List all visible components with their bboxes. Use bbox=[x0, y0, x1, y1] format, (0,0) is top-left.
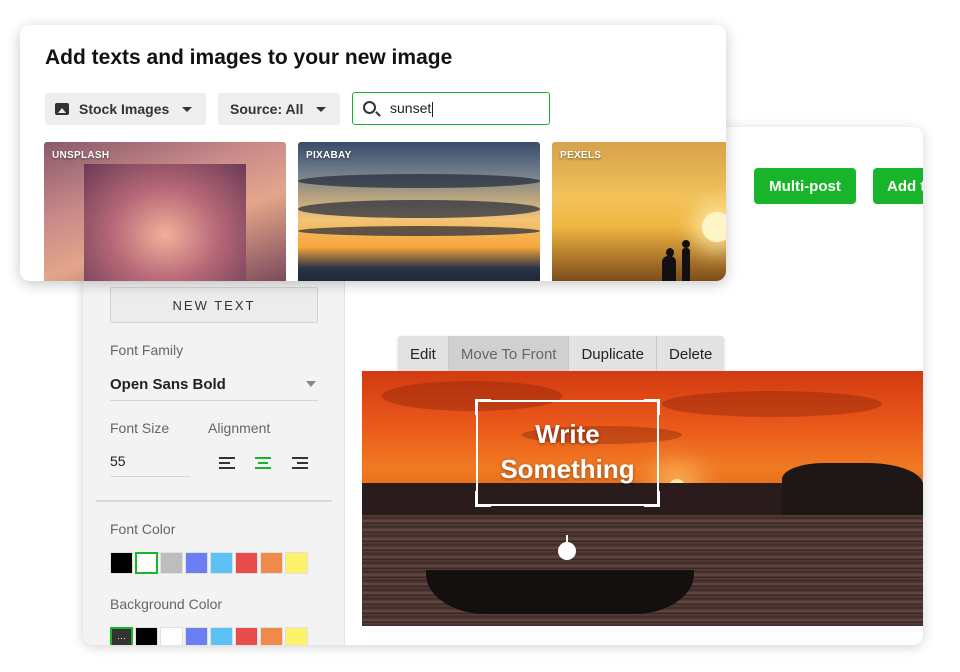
resize-handle-bottom-left[interactable] bbox=[475, 491, 491, 507]
font-color-swatch[interactable] bbox=[185, 552, 208, 574]
background-color-swatch[interactable] bbox=[210, 627, 233, 645]
edit-button[interactable]: Edit bbox=[398, 336, 448, 372]
add-button[interactable]: Add t bbox=[873, 168, 923, 204]
image-icon bbox=[55, 103, 69, 115]
chevron-down-icon bbox=[182, 107, 192, 112]
background-color-swatch[interactable] bbox=[160, 627, 183, 645]
couple-silhouette bbox=[660, 238, 698, 281]
resize-handle-top-right[interactable] bbox=[644, 399, 660, 415]
text-element[interactable]: Write Something bbox=[475, 399, 660, 560]
font-color-swatch[interactable] bbox=[210, 552, 233, 574]
background-color-swatch[interactable] bbox=[185, 627, 208, 645]
canvas-photo[interactable]: Write Something bbox=[362, 371, 923, 626]
image-thumbnail-pexels[interactable]: PEXELS bbox=[552, 142, 726, 281]
background-color-swatch[interactable] bbox=[285, 627, 308, 645]
font-color-swatch[interactable] bbox=[285, 552, 308, 574]
source-label: Source: All bbox=[230, 101, 304, 117]
image-thumbnail-pixabay[interactable]: PIXABAY bbox=[298, 142, 540, 281]
background-color-swatch[interactable]: ··· bbox=[110, 627, 133, 645]
resize-handle-bottom-right[interactable] bbox=[644, 491, 660, 507]
trees bbox=[782, 463, 923, 517]
align-center-icon[interactable] bbox=[255, 457, 271, 469]
image-thumbnail-unsplash[interactable]: UNSPLASH bbox=[44, 142, 286, 281]
chevron-down-icon bbox=[306, 381, 316, 387]
font-color-swatch[interactable] bbox=[110, 552, 133, 574]
font-color-swatch[interactable] bbox=[260, 552, 283, 574]
font-color-swatch[interactable]: ··· bbox=[135, 552, 158, 574]
font-color-swatch[interactable] bbox=[160, 552, 183, 574]
font-color-swatch[interactable] bbox=[235, 552, 258, 574]
background-color-swatch[interactable] bbox=[260, 627, 283, 645]
thumbnail-source-label: PIXABAY bbox=[306, 150, 352, 161]
thumbnail-source-label: UNSPLASH bbox=[52, 150, 110, 161]
font-size-label: Font Size bbox=[110, 420, 170, 436]
rotate-handle[interactable] bbox=[558, 542, 576, 560]
font-color-label: Font Color bbox=[110, 521, 176, 537]
font-family-label: Font Family bbox=[110, 342, 184, 358]
multi-post-button[interactable]: Multi-post bbox=[754, 168, 856, 204]
align-left-icon[interactable] bbox=[219, 457, 235, 469]
font-family-select[interactable]: Open Sans Bold bbox=[110, 371, 318, 401]
search-value: sunset bbox=[390, 100, 432, 116]
text-line-2: Something bbox=[500, 454, 635, 484]
text-element-content: Write Something bbox=[475, 417, 660, 487]
new-text-button[interactable]: NEW TEXT bbox=[110, 287, 318, 323]
sidebar-divider bbox=[96, 500, 332, 502]
delete-button[interactable]: Delete bbox=[656, 336, 724, 372]
stock-images-dropdown[interactable]: Stock Images bbox=[45, 93, 206, 125]
resize-handle-top-left[interactable] bbox=[475, 399, 491, 415]
search-input[interactable]: sunset bbox=[352, 92, 550, 125]
text-cursor bbox=[432, 101, 434, 117]
app-stage: NEW TEXT Font Family Open Sans Bold Font… bbox=[0, 0, 960, 672]
background-color-swatches: ··· bbox=[110, 627, 308, 645]
alignment-label: Alignment bbox=[208, 420, 271, 436]
stock-images-label: Stock Images bbox=[79, 101, 170, 117]
font-color-swatches: ··· bbox=[110, 552, 308, 574]
source-dropdown[interactable]: Source: All bbox=[218, 93, 340, 125]
background-color-swatch[interactable] bbox=[235, 627, 258, 645]
move-to-front-button[interactable]: Move To Front bbox=[447, 336, 569, 372]
align-right-icon[interactable] bbox=[292, 457, 308, 469]
chevron-down-icon bbox=[316, 107, 326, 112]
boat bbox=[426, 570, 694, 614]
thumbnail-source-label: PEXELS bbox=[560, 150, 602, 161]
background-color-label: Background Color bbox=[110, 596, 223, 612]
stock-images-panel: Add texts and images to your new image S… bbox=[20, 25, 726, 281]
search-icon bbox=[363, 101, 376, 114]
panel-title: Add texts and images to your new image bbox=[45, 46, 453, 69]
background-color-swatch[interactable] bbox=[135, 627, 158, 645]
font-size-input[interactable]: 55 bbox=[110, 449, 190, 477]
font-family-value: Open Sans Bold bbox=[110, 376, 226, 393]
duplicate-button[interactable]: Duplicate bbox=[568, 336, 656, 372]
text-line-1: Write bbox=[535, 419, 600, 449]
element-toolbar: Edit Move To Front Duplicate Delete bbox=[398, 336, 725, 372]
